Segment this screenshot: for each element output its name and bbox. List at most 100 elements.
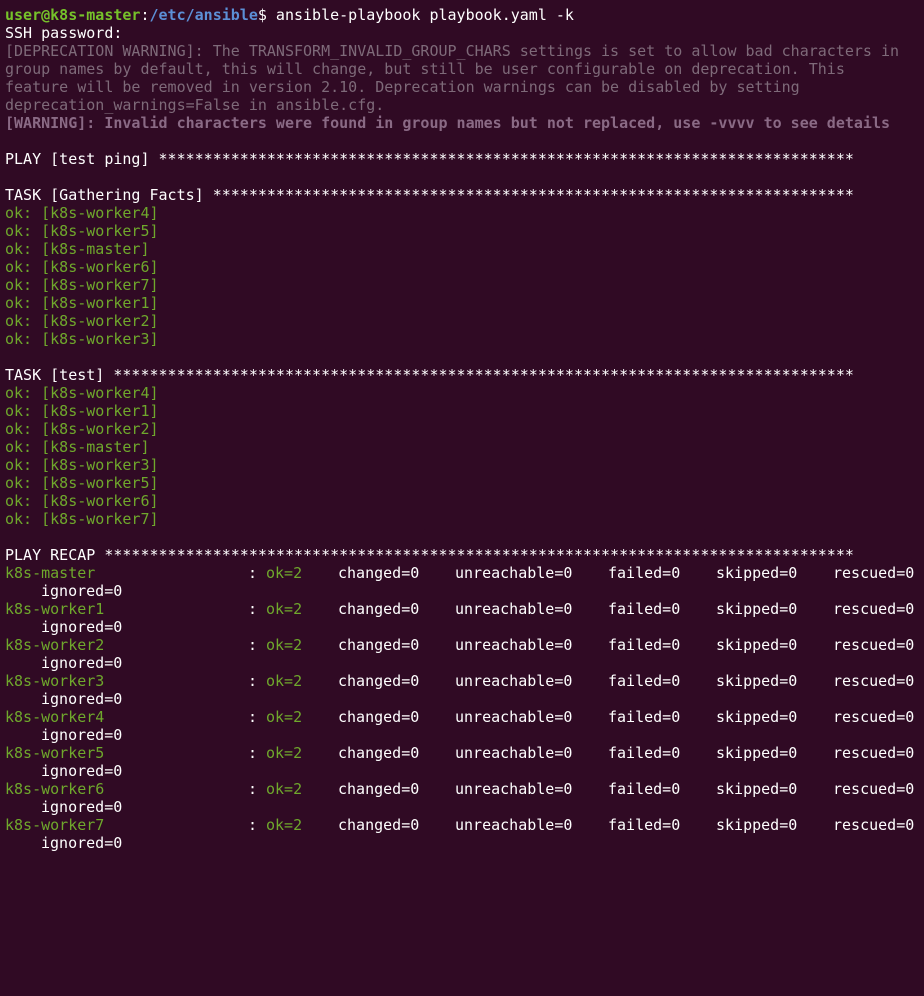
recap-ignored: ignored=0 [41, 654, 123, 672]
recap-ignored: ignored=0 [41, 762, 123, 780]
task-result-line: ok: [k8s-worker4] [5, 204, 159, 222]
recap-skipped: skipped=0 [716, 636, 798, 654]
recap-failed: failed=0 [608, 564, 681, 582]
recap-ok: ok=2 [266, 816, 303, 834]
recap-ignored: ignored=0 [41, 582, 123, 600]
recap-failed: failed=0 [608, 816, 681, 834]
recap-failed: failed=0 [608, 744, 681, 762]
deprecation-line: group names by default, this will change… [5, 60, 845, 78]
recap-colon: : [248, 672, 258, 690]
play-recap-header: PLAY RECAP *****************************… [5, 546, 854, 564]
recap-host: k8s-worker5 [5, 744, 105, 762]
task-result-line: ok: [k8s-worker6] [5, 258, 159, 276]
recap-failed: failed=0 [608, 780, 681, 798]
recap-row: k8s-master : ok=2 changed=0 unreachable=… [5, 564, 924, 582]
task-result-line: ok: [k8s-worker5] [5, 222, 159, 240]
recap-row: k8s-worker3 : ok=2 changed=0 unreachable… [5, 672, 924, 690]
recap-skipped: skipped=0 [716, 672, 798, 690]
task-result-line: ok: [k8s-worker2] [5, 312, 159, 330]
task-result-line: ok: [k8s-worker3] [5, 330, 159, 348]
recap-failed: failed=0 [608, 600, 681, 618]
command-text: ansible-playbook playbook.yaml -k [266, 6, 574, 24]
task-result-line: ok: [k8s-worker2] [5, 420, 159, 438]
recap-changed: changed=0 [338, 744, 420, 762]
recap-ignored: ignored=0 [41, 690, 123, 708]
task-result-line: ok: [k8s-worker5] [5, 474, 159, 492]
recap-host: k8s-worker2 [5, 636, 105, 654]
recap-rescued: rescued=0 [833, 636, 915, 654]
recap-ok: ok=2 [266, 600, 303, 618]
recap-rescued: rescued=0 [833, 672, 915, 690]
recap-host: k8s-worker7 [5, 816, 105, 834]
recap-entry: k8s-worker1 : ok=2 changed=0 unreachable… [5, 600, 924, 636]
deprecation-line: feature will be removed in version 2.10.… [5, 78, 800, 96]
warning-line: [WARNING]: Invalid characters were found… [5, 114, 891, 132]
recap-rescued: rescued=0 [833, 564, 915, 582]
recap-row: k8s-worker4 : ok=2 changed=0 unreachable… [5, 708, 924, 726]
recap-unreachable: unreachable=0 [455, 816, 573, 834]
recap-host: k8s-master [5, 564, 96, 582]
recap-ok: ok=2 [266, 636, 303, 654]
task-result-line: ok: [k8s-worker7] [5, 510, 159, 528]
task-header-test: TASK [test] ****************************… [5, 366, 854, 384]
recap-skipped: skipped=0 [716, 780, 798, 798]
task-result-line: ok: [k8s-worker1] [5, 294, 159, 312]
recap-entry: k8s-worker4 : ok=2 changed=0 unreachable… [5, 708, 924, 744]
task-result-line: ok: [k8s-worker7] [5, 276, 159, 294]
task-result-line: ok: [k8s-worker1] [5, 402, 159, 420]
recap-changed: changed=0 [338, 600, 420, 618]
recap-unreachable: unreachable=0 [455, 672, 573, 690]
recap-unreachable: unreachable=0 [455, 636, 573, 654]
recap-skipped: skipped=0 [716, 816, 798, 834]
recap-colon: : [248, 816, 258, 834]
recap-rescued: rescued=0 [833, 816, 915, 834]
recap-changed: changed=0 [338, 780, 420, 798]
recap-colon: : [248, 564, 258, 582]
recap-entry: k8s-worker3 : ok=2 changed=0 unreachable… [5, 672, 924, 708]
task-result-line: ok: [k8s-worker4] [5, 384, 159, 402]
recap-ok: ok=2 [266, 708, 303, 726]
recap-ignored: ignored=0 [41, 798, 123, 816]
recap-skipped: skipped=0 [716, 600, 798, 618]
recap-ignored: ignored=0 [41, 834, 123, 852]
task-test-results: ok: [k8s-worker4] ok: [k8s-worker1] ok: … [5, 384, 924, 528]
recap-table: k8s-master : ok=2 changed=0 unreachable=… [5, 564, 924, 852]
recap-host: k8s-worker1 [5, 600, 105, 618]
recap-failed: failed=0 [608, 636, 681, 654]
recap-entry: k8s-worker7 : ok=2 changed=0 unreachable… [5, 816, 924, 852]
recap-colon: : [248, 636, 258, 654]
recap-failed: failed=0 [608, 708, 681, 726]
recap-ok: ok=2 [266, 780, 303, 798]
recap-host: k8s-worker4 [5, 708, 105, 726]
recap-row: k8s-worker1 : ok=2 changed=0 unreachable… [5, 600, 924, 618]
terminal-output[interactable]: user@k8s-master:/etc/ansible$ ansible-pl… [0, 0, 924, 852]
prompt-user-host: user@k8s-master [5, 6, 141, 24]
recap-row: k8s-worker2 : ok=2 changed=0 unreachable… [5, 636, 924, 654]
deprecation-line: [DEPRECATION WARNING]: The TRANSFORM_INV… [5, 42, 900, 60]
recap-skipped: skipped=0 [716, 564, 798, 582]
ssh-password-prompt: SSH password: [5, 24, 123, 42]
recap-entry: k8s-worker6 : ok=2 changed=0 unreachable… [5, 780, 924, 816]
recap-changed: changed=0 [338, 636, 420, 654]
recap-row: k8s-worker5 : ok=2 changed=0 unreachable… [5, 744, 924, 762]
recap-rescued: rescued=0 [833, 600, 915, 618]
recap-entry: k8s-worker2 : ok=2 changed=0 unreachable… [5, 636, 924, 672]
recap-row: k8s-worker6 : ok=2 changed=0 unreachable… [5, 780, 924, 798]
play-header: PLAY [test ping] ***********************… [5, 150, 854, 168]
recap-ignored: ignored=0 [41, 726, 123, 744]
recap-skipped: skipped=0 [716, 744, 798, 762]
recap-changed: changed=0 [338, 564, 420, 582]
recap-unreachable: unreachable=0 [455, 564, 573, 582]
recap-rescued: rescued=0 [833, 744, 915, 762]
prompt-colon: : [140, 6, 150, 24]
task-header-gathering-facts: TASK [Gathering Facts] *****************… [5, 186, 854, 204]
recap-ignored: ignored=0 [41, 618, 123, 636]
recap-unreachable: unreachable=0 [455, 744, 573, 762]
recap-entry: k8s-worker5 : ok=2 changed=0 unreachable… [5, 744, 924, 780]
task-result-line: ok: [k8s-master] [5, 240, 150, 258]
task-gathering-facts-results: ok: [k8s-worker4] ok: [k8s-worker5] ok: … [5, 204, 924, 348]
recap-changed: changed=0 [338, 672, 420, 690]
